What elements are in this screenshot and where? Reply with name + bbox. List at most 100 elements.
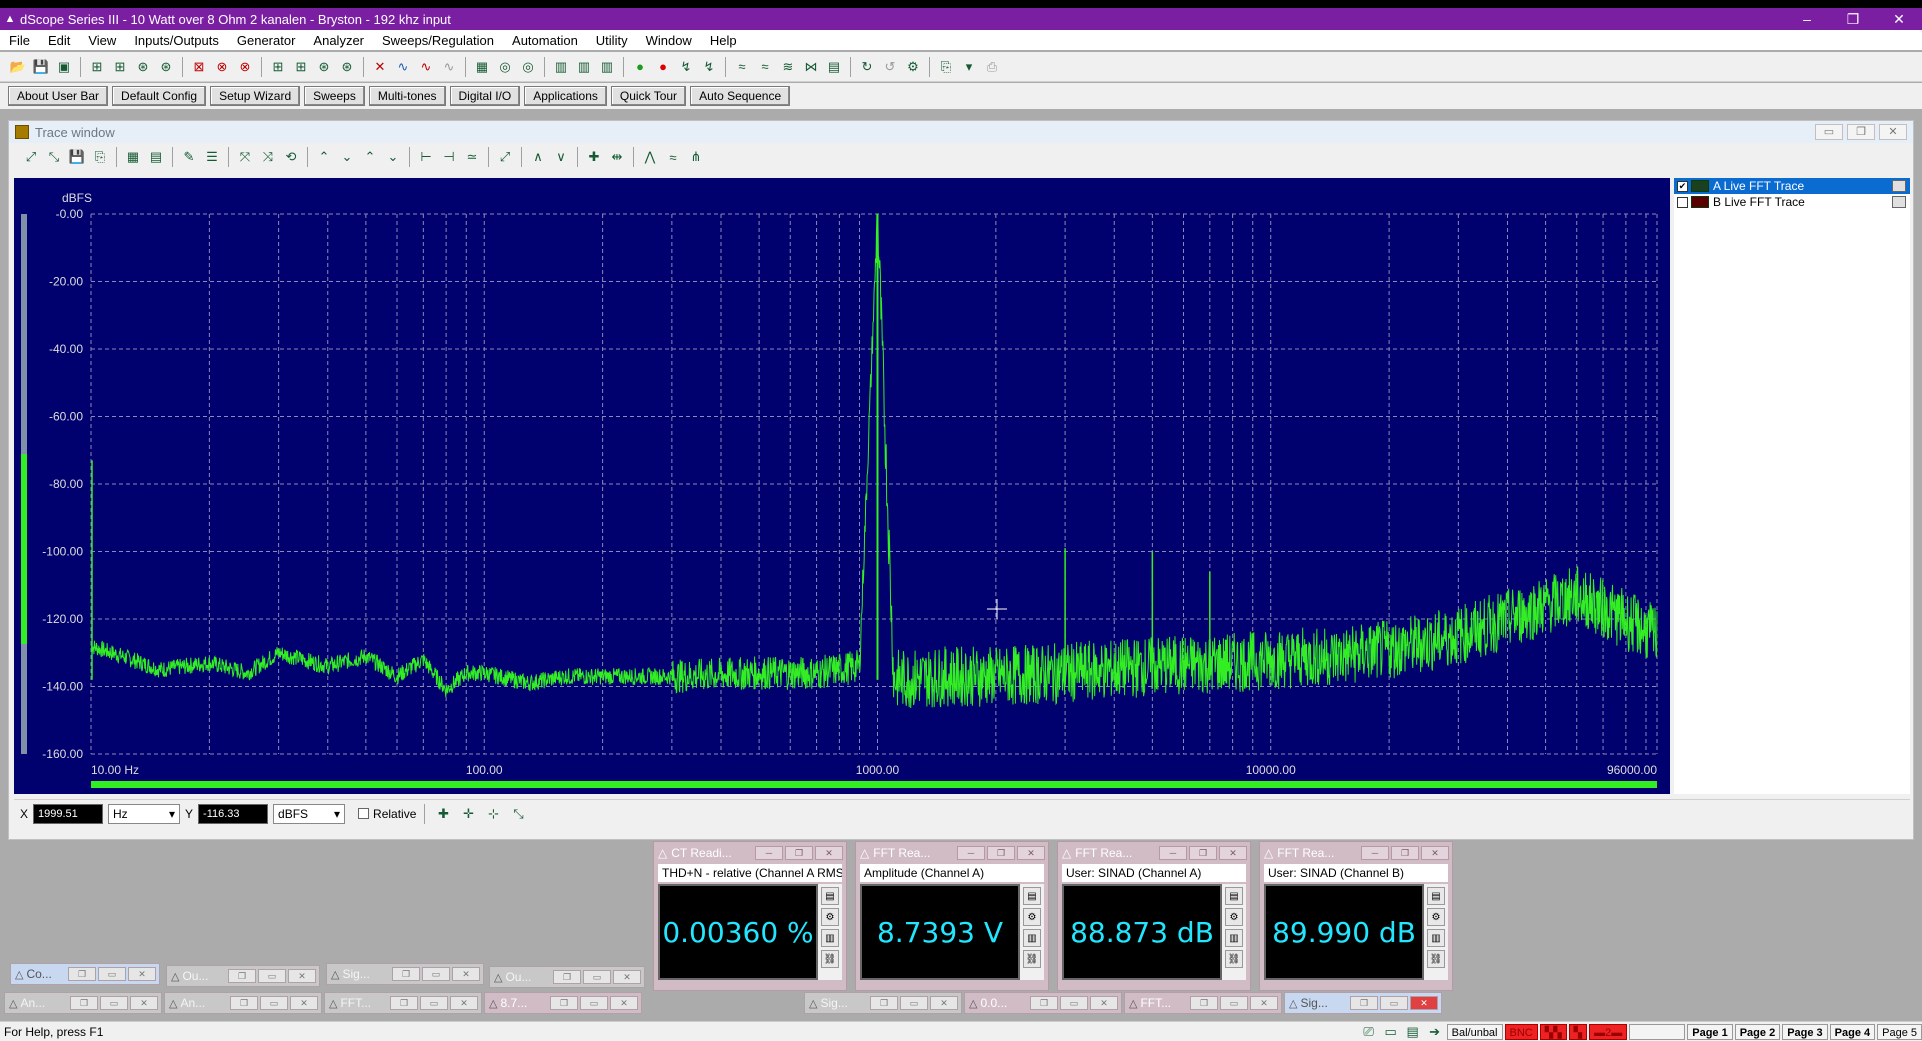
graph-icon[interactable]: ▥ (1427, 929, 1445, 947)
restore-button[interactable]: ❐ (870, 996, 898, 1010)
minimize-button[interactable]: ─ (755, 846, 783, 860)
trace-graph-icon[interactable]: ▦ (123, 147, 143, 167)
restore-button[interactable]: ❐ (785, 846, 813, 860)
graph-icon[interactable]: ▥ (1225, 929, 1243, 947)
close-button[interactable]: ✕ (610, 996, 638, 1010)
cursor-snap-icon[interactable]: ✚ (433, 804, 453, 824)
trace-window-titlebar[interactable]: Trace window ▭ ❐ ✕ (9, 121, 1913, 143)
trace-graph-b-icon[interactable]: ▤ (146, 147, 166, 167)
graph-icon[interactable]: ▥ (1023, 929, 1041, 947)
close-button[interactable]: ✕ (1876, 8, 1922, 30)
close-button[interactable]: ✕ (1250, 996, 1278, 1010)
restore-button[interactable]: ❐ (1190, 996, 1218, 1010)
filter-b-icon[interactable]: ≈ (755, 57, 775, 77)
close-button[interactable]: ✕ (450, 996, 478, 1010)
analyzer-icon[interactable]: ▦ (472, 57, 492, 77)
settings-icon[interactable]: ⚙ (1023, 908, 1041, 926)
minimize-button[interactable]: ─ (957, 846, 985, 860)
filter-d-icon[interactable]: ⋈ (801, 57, 821, 77)
cursor-y-input[interactable]: -116.33 (198, 803, 269, 824)
restore-button[interactable]: ❐ (987, 846, 1015, 860)
close-button[interactable]: ✕ (288, 969, 316, 983)
maximize-button[interactable]: ▭ (580, 996, 608, 1010)
script-c-icon[interactable]: ⚙ (903, 57, 923, 77)
smooth-b-icon[interactable]: ∨ (551, 147, 571, 167)
cursor-mark-icon[interactable]: ⊹ (483, 804, 503, 824)
maximize-button[interactable]: ▭ (258, 969, 286, 983)
spectrum-icon[interactable]: ▤ (824, 57, 844, 77)
scope-b-icon[interactable]: ◎ (518, 57, 538, 77)
output-off-b-icon[interactable]: ⊗ (212, 57, 232, 77)
maximize-button[interactable]: ▭ (260, 996, 288, 1010)
output-off-icon[interactable]: ⊠ (189, 57, 209, 77)
trace-item-b[interactable]: B Live FFT Trace (1674, 194, 1910, 210)
maximize-button[interactable]: ▭ (1380, 996, 1408, 1010)
wave-b-icon[interactable]: ∿ (416, 57, 436, 77)
cursor-add-icon[interactable]: ✚ (584, 147, 604, 167)
reading-titlebar[interactable]: △ CT Readi... ─ ❐ ✕ (654, 842, 846, 864)
reading-titlebar[interactable]: △ FFT Rea... ─ ❐ ✕ (856, 842, 1048, 864)
menu-help[interactable]: Help (701, 33, 746, 48)
minimized-window[interactable]: △ 0.0... ❐ ▭ ✕ (964, 992, 1122, 1014)
wave-c-icon[interactable]: ∿ (439, 57, 459, 77)
minimize-button[interactable]: – (1784, 8, 1830, 30)
close-button[interactable]: ✕ (1219, 846, 1247, 860)
menu-sweeps-regulation[interactable]: Sweeps/Regulation (373, 33, 503, 48)
input-b-icon[interactable]: ⊞ (291, 57, 311, 77)
range-icon[interactable]: ▤ (1427, 887, 1445, 905)
restore-button[interactable]: ❐ (390, 996, 418, 1010)
link-icon[interactable]: ⛓ (1023, 950, 1041, 968)
script-a-icon[interactable]: ↻ (857, 57, 877, 77)
cursor-peak-icon[interactable]: ✛ (458, 804, 478, 824)
fft-plot[interactable]: -0.00 -20.00 -40.00 -60.00 -80.00 -100.00 -120… (14, 178, 1670, 794)
close-button[interactable]: ✕ (1090, 996, 1118, 1010)
menu-edit[interactable]: Edit (39, 33, 79, 48)
dropdown-icon[interactable]: ▾ (959, 57, 979, 77)
zoom-x-icon[interactable]: ⤧ (235, 147, 255, 167)
restore-button[interactable]: ❐ (1391, 846, 1419, 860)
menu-generator[interactable]: Generator (228, 33, 305, 48)
meter-c-icon[interactable]: ▥ (597, 57, 617, 77)
trace-list-icon[interactable]: ☰ (202, 147, 222, 167)
close-button[interactable]: ✕ (1017, 846, 1045, 860)
export-icon[interactable]: ⎘ (936, 57, 956, 77)
settings-icon[interactable]: ⚙ (1427, 908, 1445, 926)
script-b-icon[interactable]: ↺ (880, 57, 900, 77)
about-user-bar-button[interactable]: About User Bar (8, 86, 109, 106)
close-button[interactable]: ✕ (1421, 846, 1449, 860)
close-button[interactable]: ✕ (290, 996, 318, 1010)
autoscale-icon[interactable]: ⤢ (495, 147, 515, 167)
menu-analyzer[interactable]: Analyzer (304, 33, 373, 48)
input-a-icon[interactable]: ⊞ (268, 57, 288, 77)
trace-cursor-b-icon[interactable]: ⤡ (44, 147, 64, 167)
save-icon[interactable]: 💾 (31, 57, 51, 77)
restore-button[interactable]: ❐ (70, 996, 98, 1010)
stop-icon[interactable]: ✕ (370, 57, 390, 77)
output-d-icon[interactable]: ⊛ (156, 57, 176, 77)
maximize-button[interactable]: ▭ (1220, 996, 1248, 1010)
cursor-track-icon[interactable]: ⤡ (508, 804, 528, 824)
maximize-button[interactable]: ▭ (422, 967, 450, 981)
auto-sequence-button[interactable]: Auto Sequence (690, 86, 791, 106)
output-b-icon[interactable]: ⊞ (110, 57, 130, 77)
minimize-button[interactable]: ─ (1159, 846, 1187, 860)
restore-button[interactable]: ❐ (68, 967, 96, 981)
quick-tour-button[interactable]: Quick Tour (610, 86, 687, 106)
trace-window-close-button[interactable]: ✕ (1879, 124, 1907, 140)
menu-automation[interactable]: Automation (503, 33, 587, 48)
restore-button[interactable]: ❐ (550, 996, 578, 1010)
peak-a-icon[interactable]: ⌃ (314, 147, 334, 167)
status-page-5[interactable]: Page 5 (1877, 1023, 1922, 1040)
maximize-button[interactable]: ▭ (1060, 996, 1088, 1010)
cursor-y-unit-select[interactable]: dBFS ▾ (273, 803, 346, 824)
menu-view[interactable]: View (79, 33, 125, 48)
minimized-window[interactable]: △ Ou... ❐ ▭ ✕ (489, 966, 645, 988)
scope-icon[interactable]: ◎ (495, 57, 515, 77)
peak-c-icon[interactable]: ⌃ (360, 147, 380, 167)
output-a-icon[interactable]: ⊞ (87, 57, 107, 77)
zoom-y-icon[interactable]: ⤨ (258, 147, 278, 167)
wave-a-icon[interactable]: ∿ (393, 57, 413, 77)
maximize-button[interactable]: ❐ (1830, 8, 1876, 30)
trace-copy-icon[interactable]: ⎘ (90, 147, 110, 167)
restore-button[interactable]: ❐ (228, 969, 256, 983)
